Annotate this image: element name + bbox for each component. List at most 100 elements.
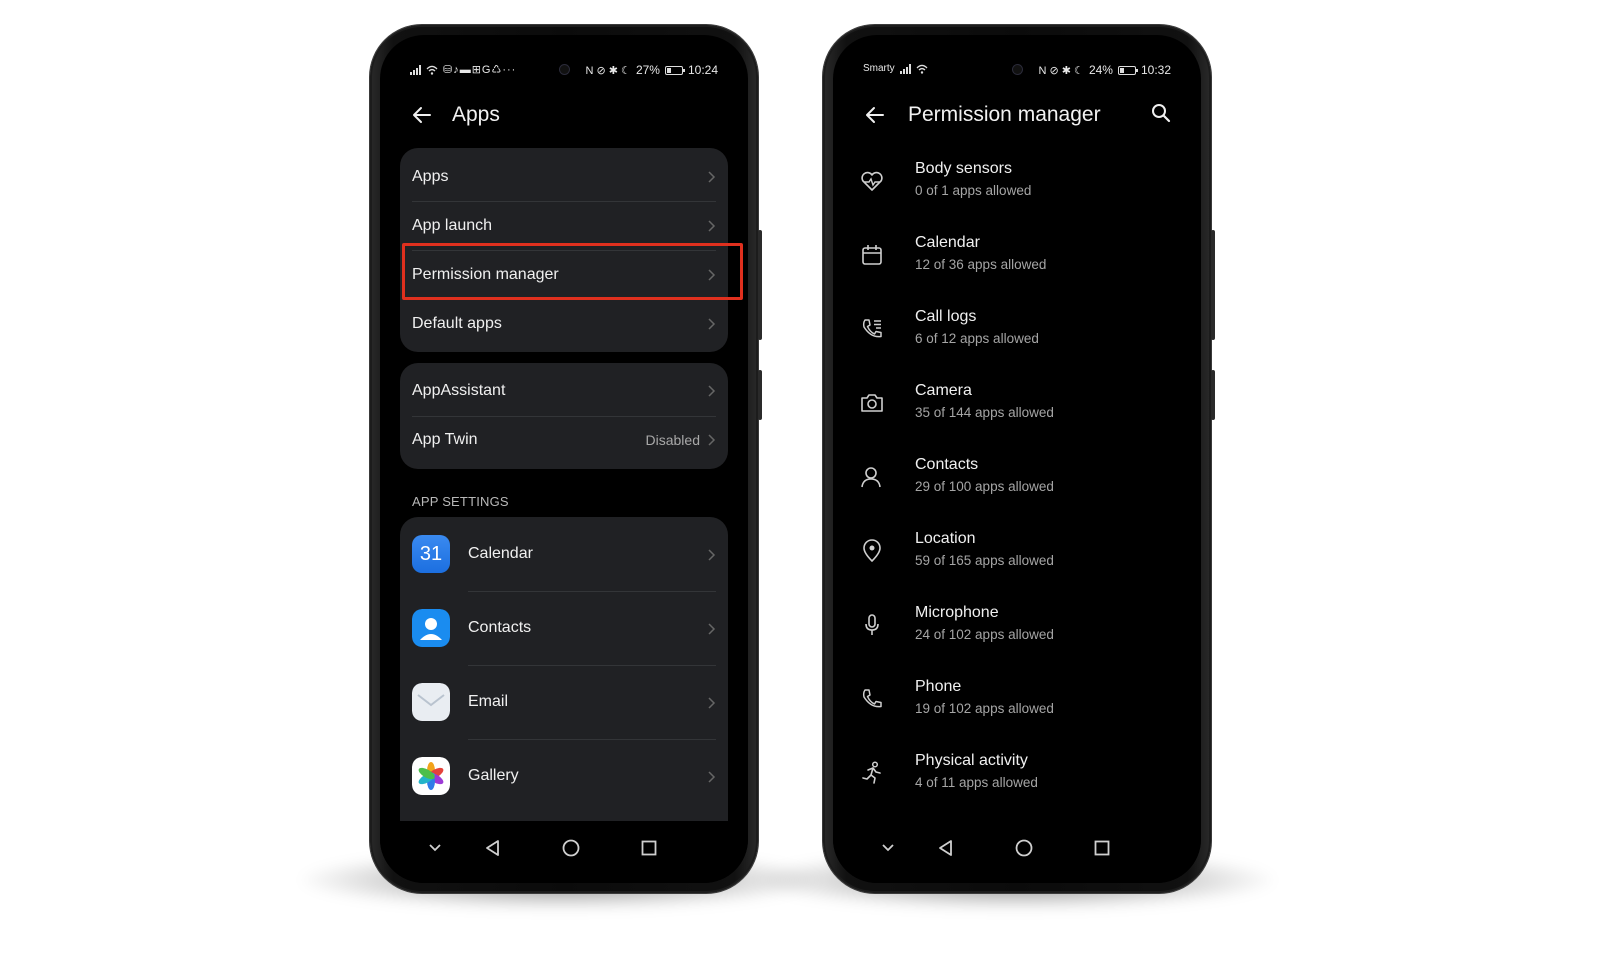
- status-bar: ⛁♪▬⊞G♺··· N ⊘ ✱ ☾ 27% 10:24: [380, 61, 748, 81]
- left-screen: ⛁♪▬⊞G♺··· N ⊘ ✱ ☾ 27% 10:24 Apps Apps Ap…: [380, 35, 748, 883]
- navigation-bar: [833, 821, 1201, 883]
- back-arrow-icon[interactable]: [410, 103, 434, 127]
- navigation-bar: [380, 821, 748, 883]
- running-person-icon: [862, 761, 881, 784]
- wifi-icon: [916, 64, 928, 74]
- app-item-label: Calendar: [468, 545, 533, 562]
- permission-title: Phone: [915, 678, 962, 695]
- permission-item-camera[interactable]: Camera 35 of 144 apps allowed: [833, 370, 1201, 444]
- permission-item-location[interactable]: Location 59 of 165 apps allowed: [833, 518, 1201, 592]
- contacts-app-icon: [412, 609, 450, 647]
- email-app-icon: [412, 683, 450, 721]
- page-title: Apps: [452, 103, 500, 126]
- permission-count: 0 of 1 apps allowed: [915, 183, 1032, 198]
- permission-title: Microphone: [915, 604, 999, 621]
- app-twin-status: Disabled: [645, 432, 700, 448]
- gallery-app-icon: [412, 757, 450, 795]
- permission-count: 6 of 12 apps allowed: [915, 331, 1039, 346]
- status-bar: Smarty N ⊘ ✱ ☾ 24% 10:32: [833, 61, 1201, 81]
- permission-manager-highlight: [402, 243, 743, 300]
- wifi-icon: [426, 65, 438, 75]
- phone-icon: [862, 689, 882, 708]
- permission-item-phone[interactable]: Phone 19 of 102 apps allowed: [833, 666, 1201, 740]
- permission-item-calendar[interactable]: Calendar 12 of 36 apps allowed: [833, 222, 1201, 296]
- collapse-chevron-icon[interactable]: [424, 837, 446, 859]
- page-header: Apps: [380, 95, 748, 135]
- collapse-chevron-icon[interactable]: [877, 837, 899, 859]
- battery-icon: [664, 65, 685, 75]
- battery-percent: 27%: [635, 63, 660, 77]
- recents-square-icon[interactable]: [1091, 837, 1113, 859]
- chevron-right-icon: [708, 697, 716, 709]
- chevron-right-icon: [708, 771, 716, 783]
- permission-item-call-logs[interactable]: Call logs 6 of 12 apps allowed: [833, 296, 1201, 370]
- home-circle-icon[interactable]: [1013, 837, 1035, 859]
- assistant-card: AppAssistant App Twin Disabled: [400, 363, 728, 469]
- permission-item-physical-activity[interactable]: Physical activity 4 of 11 apps allowed: [833, 740, 1201, 814]
- location-pin-icon: [863, 539, 881, 562]
- app-item-label: Gallery: [468, 767, 519, 784]
- call-log-icon: [862, 319, 882, 338]
- chevron-right-icon: [708, 220, 716, 232]
- home-circle-icon[interactable]: [560, 837, 582, 859]
- calendar-app-icon: 31: [412, 535, 450, 573]
- clock: 10:32: [1140, 63, 1171, 77]
- permission-item-contacts[interactable]: Contacts 29 of 100 apps allowed: [833, 444, 1201, 518]
- chevron-right-icon: [708, 385, 716, 397]
- permission-count: 4 of 11 apps allowed: [915, 775, 1038, 790]
- menu-item-apps[interactable]: Apps: [400, 153, 728, 202]
- search-icon[interactable]: [1149, 101, 1173, 125]
- notification-icons: ⛁♪▬⊞G♺···: [443, 64, 517, 76]
- volume-button: [1211, 230, 1215, 340]
- permission-count: 19 of 102 apps allowed: [915, 701, 1054, 716]
- menu-item-label: App launch: [412, 217, 493, 234]
- back-triangle-icon[interactable]: [482, 837, 504, 859]
- app-item-email[interactable]: Email: [400, 665, 728, 739]
- chevron-right-icon: [708, 434, 716, 446]
- battery-icon: [1117, 65, 1138, 75]
- permission-title: Body sensors: [915, 160, 1012, 177]
- page-header: Permission manager: [833, 95, 1201, 135]
- contact-person-icon: [861, 467, 881, 488]
- permission-count: 59 of 165 apps allowed: [915, 553, 1054, 568]
- menu-item-default-apps[interactable]: Default apps: [400, 300, 728, 349]
- menu-item-appassistant[interactable]: AppAssistant: [400, 367, 728, 416]
- permission-count: 24 of 102 apps allowed: [915, 627, 1054, 642]
- app-item-label: Contacts: [468, 619, 532, 636]
- volume-button: [758, 230, 762, 340]
- back-arrow-icon[interactable]: [863, 103, 887, 127]
- permission-title: Camera: [915, 382, 972, 399]
- permission-item-body-sensors[interactable]: Body sensors 0 of 1 apps allowed: [833, 148, 1201, 222]
- chevron-right-icon: [708, 318, 716, 330]
- app-item-label: Email: [468, 693, 509, 710]
- clock: 10:24: [687, 63, 718, 77]
- permission-count: 29 of 100 apps allowed: [915, 479, 1054, 494]
- right-screen: Smarty N ⊘ ✱ ☾ 24% 10:32 Permission mana…: [833, 35, 1201, 883]
- permission-count: 12 of 36 apps allowed: [915, 257, 1047, 272]
- front-camera: [560, 65, 569, 74]
- chevron-right-icon: [708, 623, 716, 635]
- permission-title: Calendar: [915, 234, 980, 251]
- microphone-icon: [865, 614, 879, 635]
- menu-item-label: Default apps: [412, 315, 502, 332]
- back-triangle-icon[interactable]: [935, 837, 957, 859]
- recents-square-icon[interactable]: [638, 837, 660, 859]
- front-camera: [1013, 65, 1022, 74]
- permission-title: Call logs: [915, 308, 977, 325]
- battery-percent: 24%: [1088, 63, 1113, 77]
- power-button: [758, 370, 762, 420]
- menu-item-app-twin[interactable]: App Twin Disabled: [400, 416, 728, 465]
- menu-item-label: Apps: [412, 168, 449, 185]
- app-item-calendar[interactable]: 31 Calendar: [400, 517, 728, 591]
- app-item-gallery[interactable]: Gallery: [400, 739, 728, 813]
- chevron-right-icon: [708, 549, 716, 561]
- app-item-contacts[interactable]: Contacts: [400, 591, 728, 665]
- permission-title: Contacts: [915, 456, 979, 473]
- calendar-date-text: 31: [419, 542, 443, 565]
- signal-icon: [899, 63, 911, 74]
- heart-rate-icon: [861, 171, 883, 191]
- status-indicators: N ⊘ ✱ ☾: [585, 64, 631, 77]
- permission-item-microphone[interactable]: Microphone 24 of 102 apps allowed: [833, 592, 1201, 666]
- chevron-right-icon: [708, 171, 716, 183]
- camera-icon: [861, 394, 883, 412]
